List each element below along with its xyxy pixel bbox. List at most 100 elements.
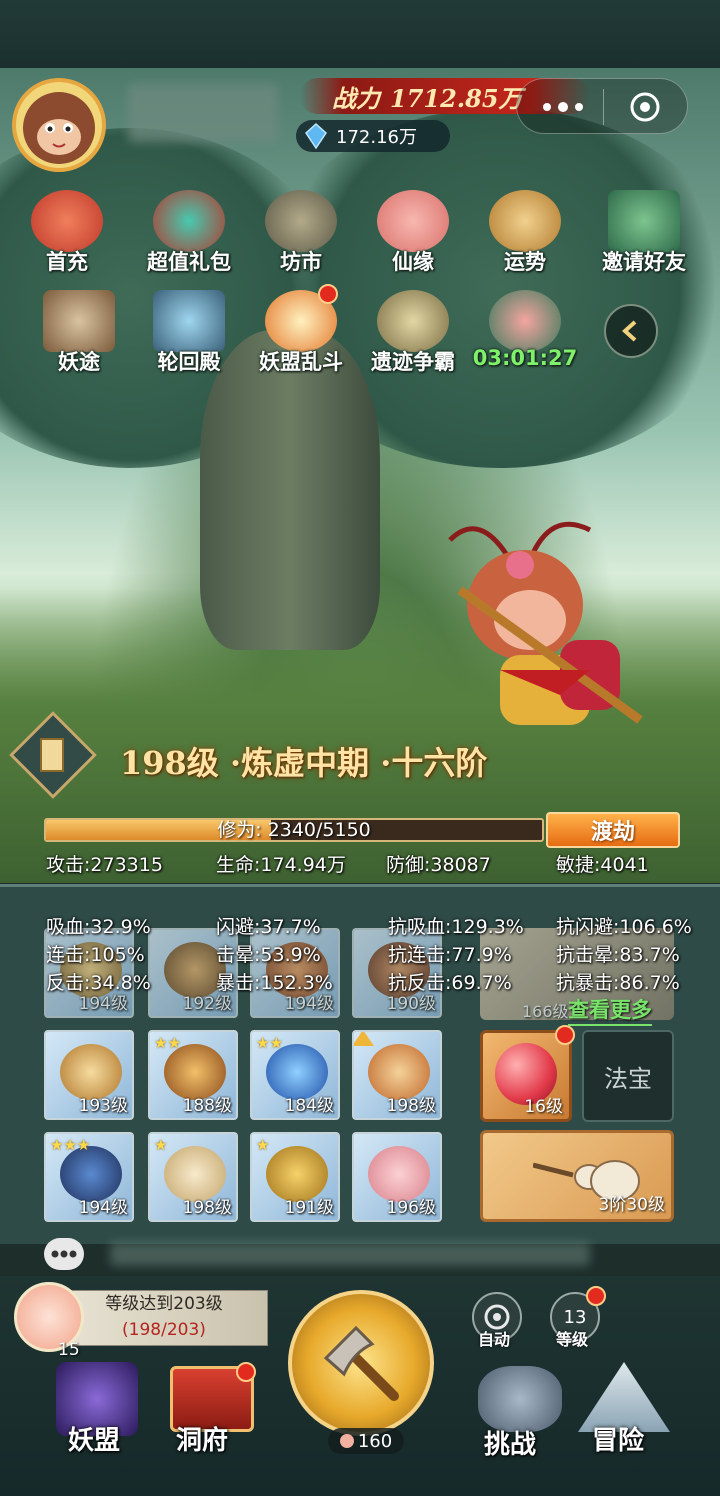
card-icon: [40, 738, 64, 772]
secondary-stat: 抗吸血:129.3%: [388, 916, 524, 938]
gift-bag-icon: [153, 190, 225, 252]
nav-adventure[interactable]: 冒险: [592, 1420, 644, 1457]
equipment-slot[interactable]: ★★ 188级: [148, 1030, 238, 1120]
activity-yaotu[interactable]: 妖途: [24, 290, 134, 380]
activity-value-pack[interactable]: 超值礼包: [134, 190, 244, 280]
cultivation-level: 198级 ·炼虚中期 ·十六阶: [120, 744, 488, 782]
auto-label: 自动: [478, 1330, 511, 1349]
view-more-link[interactable]: 查看更多: [568, 994, 652, 1026]
task-tracker[interactable]: 等级达到203级 (198/203): [60, 1290, 268, 1346]
nav-alliance[interactable]: 妖盟: [68, 1420, 120, 1457]
activity-label: 邀请好友: [602, 249, 686, 274]
nav-challenge[interactable]: 挑战: [484, 1424, 536, 1461]
star-rating: ★★: [154, 1034, 181, 1052]
equipment-slot[interactable]: 198级: [352, 1030, 442, 1120]
activity-reincarnation-hall[interactable]: 轮回殿: [134, 290, 244, 380]
notification-dot: [236, 1362, 256, 1382]
activity-fortune[interactable]: 运势: [470, 190, 580, 280]
stat-defense: 防御:38087: [386, 854, 491, 876]
fabao-button[interactable]: 法宝: [582, 1030, 674, 1122]
nav-cave-dwelling[interactable]: 洞府: [176, 1420, 228, 1457]
chevron-left-icon: [622, 320, 637, 342]
target-icon[interactable]: [629, 91, 661, 123]
secondary-stat: 抗连击:77.9%: [388, 944, 512, 966]
coin-market-icon: [265, 190, 337, 252]
activity-label: 轮回殿: [157, 349, 221, 374]
equipment-slot[interactable]: ★ 191级: [250, 1132, 340, 1222]
equipment-slot[interactable]: ★ 198级: [148, 1132, 238, 1222]
activity-first-recharge[interactable]: 首充: [12, 190, 122, 280]
gem-value: 172.16万: [336, 127, 417, 148]
gourd-level: 3阶30级: [598, 1195, 665, 1215]
star-rating: ★: [154, 1136, 168, 1154]
star-rating: ★★: [256, 1034, 283, 1052]
gem-balance[interactable]: 172.16万: [296, 120, 450, 152]
breakthrough-button[interactable]: 渡劫: [546, 812, 680, 848]
activity-label: 妖盟乱斗: [259, 349, 343, 374]
pet-level: 166级: [522, 1002, 569, 1021]
equipment-level: 184级: [284, 1096, 334, 1116]
secondary-stat: 抗闪避:106.6%: [556, 916, 692, 938]
chat-bubble-icon[interactable]: [44, 1238, 84, 1270]
equipment-level: 188级: [182, 1096, 232, 1116]
activity-label: 仙缘: [392, 249, 434, 274]
peach-small-icon: [339, 1434, 354, 1448]
treasure-bag-icon: [489, 290, 561, 352]
activity-label: 首充: [46, 249, 88, 274]
equipment-slot[interactable]: 196级: [352, 1132, 442, 1222]
activity-market[interactable]: 坊市: [246, 190, 356, 280]
challenge-icon[interactable]: [478, 1366, 562, 1432]
gourd-slot[interactable]: 3阶30级: [480, 1130, 674, 1222]
equipment-level: 196级: [386, 1198, 436, 1218]
chat-bar[interactable]: [0, 1236, 720, 1276]
equipment-slot[interactable]: ★★ 184级: [250, 1030, 340, 1120]
activity-alliance-brawl[interactable]: 妖盟乱斗: [246, 284, 356, 380]
countdown-timer: 03:01:27: [472, 346, 578, 370]
stat-attack: 攻击:273315: [46, 854, 163, 876]
lotus-icon: [377, 190, 449, 252]
action-counter: 160: [328, 1428, 404, 1454]
secondary-stat: 吸血:32.9%: [46, 916, 151, 938]
equipment-level: 193级: [78, 1096, 128, 1116]
activity-xianyuan[interactable]: 仙缘: [358, 190, 468, 280]
star-rating: ★: [256, 1136, 270, 1154]
main-action-button[interactable]: [288, 1290, 434, 1436]
chat-message-blurred: [110, 1242, 590, 1266]
money-bag-icon: [31, 190, 103, 252]
star-rating: ★★★: [50, 1136, 91, 1154]
hero-character[interactable]: [440, 520, 650, 750]
secondary-stat: 击晕:53.9%: [216, 944, 321, 966]
secondary-stat: 抗暴击:86.7%: [556, 972, 680, 994]
mini-program-capsule: [516, 78, 688, 134]
upgrade-arrow-icon: [354, 1032, 374, 1046]
task-count: 15: [58, 1340, 80, 1360]
task-progress: (198/203): [122, 1320, 206, 1340]
activity-timed-event[interactable]: 03:01:27: [470, 290, 580, 380]
activity-relic-contest[interactable]: 遗迹争霸: [358, 290, 468, 380]
invite-book-icon: [608, 190, 680, 252]
activity-label: 坊市: [280, 249, 322, 274]
equipment-level: 194级: [78, 1198, 128, 1218]
equipment-slot[interactable]: 193级: [44, 1030, 134, 1120]
player-name-blurred: [128, 84, 278, 142]
notification-dot: [555, 1025, 575, 1045]
equipment-slot[interactable]: ★★★ 194级: [44, 1132, 134, 1222]
spirit-orb-slot[interactable]: 16级: [480, 1025, 575, 1122]
notification-dot: [586, 1286, 606, 1306]
relic-icon: [377, 290, 449, 352]
fortune-sticks-icon: [489, 190, 561, 252]
secondary-stat: 反击:34.8%: [46, 972, 151, 994]
notification-dot: [318, 284, 338, 304]
more-dots-icon[interactable]: [539, 97, 589, 117]
collapse-button[interactable]: [604, 304, 658, 358]
activity-label: 遗迹争霸: [371, 349, 455, 374]
activity-invite[interactable]: 邀请好友: [584, 190, 704, 280]
player-avatar[interactable]: [12, 78, 106, 172]
activity-label: 超值礼包: [147, 249, 231, 274]
equipment-level: 198级: [182, 1198, 232, 1218]
crystal-icon: [305, 123, 327, 149]
secondary-stat: 连击:105%: [46, 944, 145, 966]
activity-label: 妖途: [58, 349, 100, 374]
activity-label: 运势: [504, 249, 546, 274]
level-label: 等级: [556, 1330, 589, 1349]
